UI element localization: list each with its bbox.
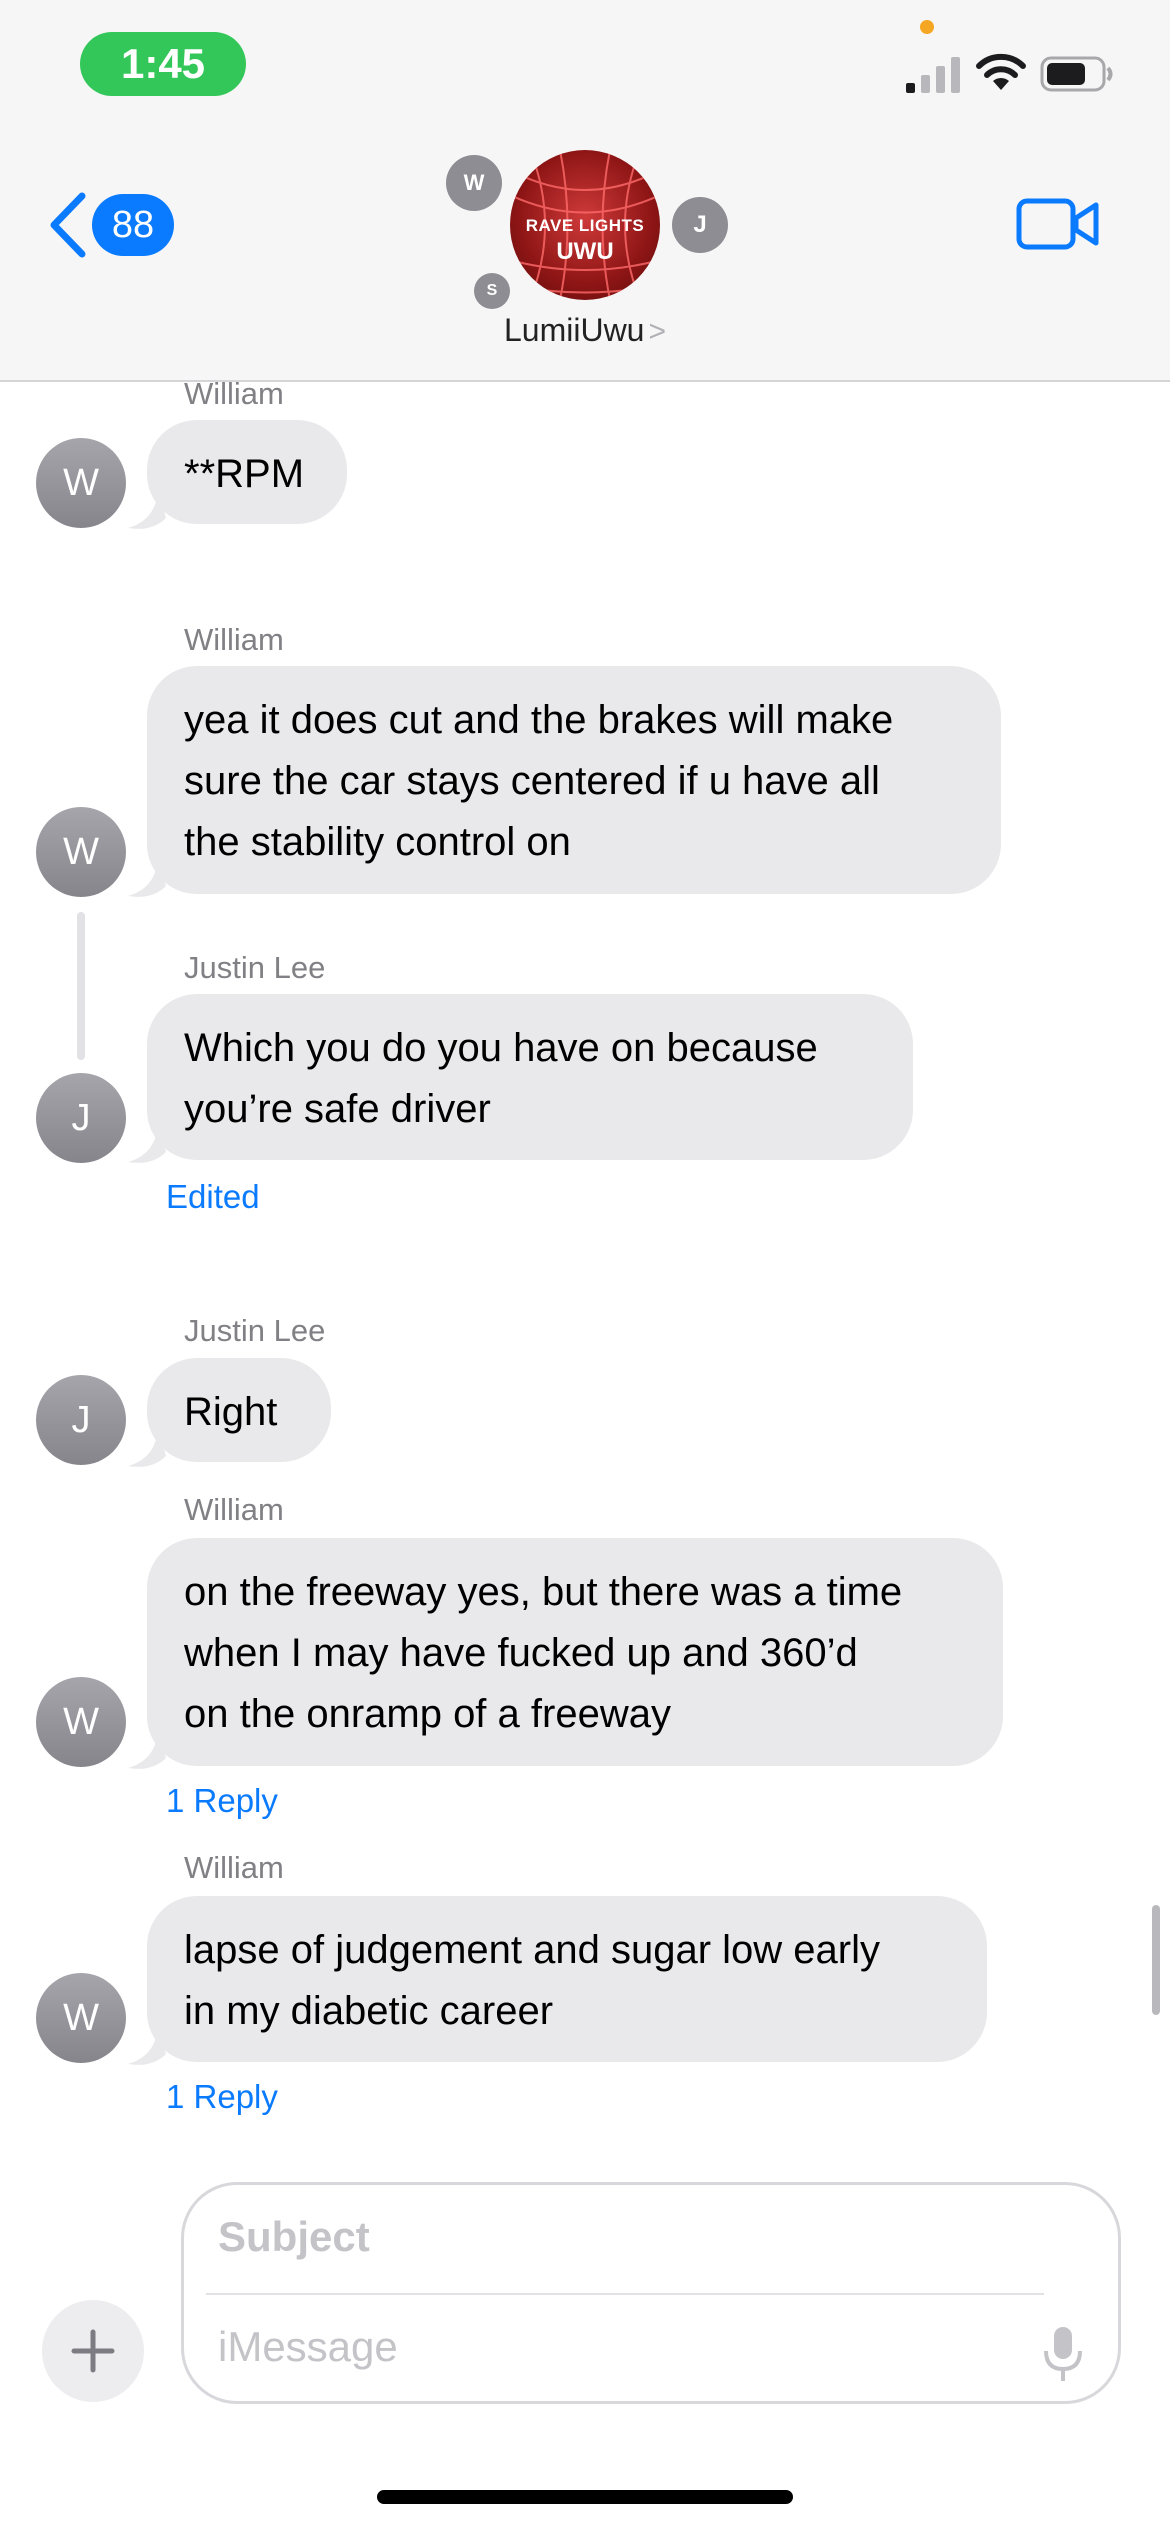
message-composer: Subject iMessage [181, 2182, 1121, 2404]
status-time: 1:45 [80, 32, 246, 96]
member-avatar-w: W [446, 155, 502, 211]
message-bubble[interactable]: yea it does cut and the brakes will make… [147, 666, 1001, 894]
scroll-indicator[interactable] [1152, 1905, 1160, 2015]
chevron-left-icon [50, 192, 86, 258]
group-avatar[interactable]: RAVE LIGHTS UWU [510, 150, 660, 300]
group-avatar-subtitle: UWU [556, 238, 614, 265]
message-bubble[interactable]: Which you do you have on because you’re … [147, 994, 913, 1160]
message-line: in my diabetic career [184, 1989, 554, 2033]
conversation-title[interactable]: LumiiUwu > [0, 312, 1170, 349]
video-call-button[interactable] [1016, 196, 1100, 252]
message-line: you’re safe driver [184, 1087, 491, 1131]
message-line: on the freeway yes, but there was a time [184, 1570, 903, 1614]
message-bubble[interactable]: **RPM [147, 420, 347, 524]
bubble-tail [128, 490, 166, 529]
privacy-indicator-dot [920, 20, 934, 34]
message-line: on the onramp of a freeway [184, 1692, 671, 1736]
wifi-icon [976, 53, 1026, 90]
avatar[interactable]: W [36, 438, 126, 528]
message-bubble[interactable]: Right [147, 1358, 331, 1462]
microphone-icon[interactable] [1042, 2325, 1084, 2383]
plus-button[interactable] [42, 2300, 144, 2402]
message-line: yea it does cut and the brakes will make [184, 698, 894, 742]
message-line: when I may have fucked up and 360’d [184, 1631, 858, 1675]
group-name-label: LumiiUwu [503, 312, 645, 348]
back-button[interactable]: 88 [44, 188, 174, 262]
bubble-tail [128, 1730, 166, 1769]
status-bar: 1:45 [0, 0, 1170, 135]
sender-name: Justin Lee [184, 950, 326, 985]
group-avatar-title: RAVE LIGHTS [525, 216, 645, 235]
reply-count-link[interactable]: 1 Reply [166, 2078, 278, 2116]
cellular-signal-icon [906, 57, 960, 93]
avatar[interactable]: W [36, 807, 126, 897]
avatar[interactable]: W [36, 1677, 126, 1767]
imessage-input[interactable]: iMessage [218, 2323, 978, 2383]
message-bubble[interactable]: on the freeway yes, but there was a time… [147, 1538, 1003, 1766]
messages-screen: 1:45 88 W RAVE LIGHTS UWU J S LumiiUwu >… [0, 0, 1170, 2532]
sender-name: William [184, 1492, 284, 1527]
message-text: **RPM [184, 452, 305, 496]
sender-name: William [184, 1850, 284, 1885]
bubble-tail [128, 2026, 166, 2065]
thread-line [77, 912, 85, 1060]
edited-label[interactable]: Edited [166, 1178, 260, 1216]
subject-input[interactable]: Subject [218, 2213, 1058, 2273]
sender-name: William [184, 376, 284, 411]
bubble-tail [128, 1428, 166, 1467]
bubble-tail [128, 1124, 166, 1163]
sender-name: Justin Lee [184, 1313, 326, 1348]
reply-count-link[interactable]: 1 Reply [166, 1782, 278, 1820]
avatar[interactable]: J [36, 1375, 126, 1465]
avatar[interactable]: J [36, 1073, 126, 1163]
conversation-header: 1:45 88 W RAVE LIGHTS UWU J S LumiiUwu > [0, 0, 1170, 382]
sender-name: William [184, 622, 284, 657]
chevron-right-icon: > [648, 315, 666, 348]
message-line: lapse of judgement and sugar low early [184, 1928, 880, 1972]
message-bubble[interactable]: lapse of judgement and sugar low early i… [147, 1896, 987, 2062]
message-text: Right [184, 1390, 278, 1434]
unread-count-badge: 88 [92, 194, 174, 256]
bubble-tail [128, 858, 166, 897]
battery-icon [1040, 56, 1113, 92]
message-line: sure the car stays centered if u have al… [184, 759, 880, 803]
composer-divider [206, 2293, 1044, 2295]
member-avatar-s: S [474, 273, 510, 309]
home-indicator[interactable] [377, 2490, 793, 2504]
message-line: the stability control on [184, 820, 571, 864]
plus-icon [71, 2329, 115, 2373]
avatar[interactable]: W [36, 1973, 126, 2063]
message-line: Which you do you have on because [184, 1026, 818, 1070]
member-avatar-j: J [672, 197, 728, 253]
